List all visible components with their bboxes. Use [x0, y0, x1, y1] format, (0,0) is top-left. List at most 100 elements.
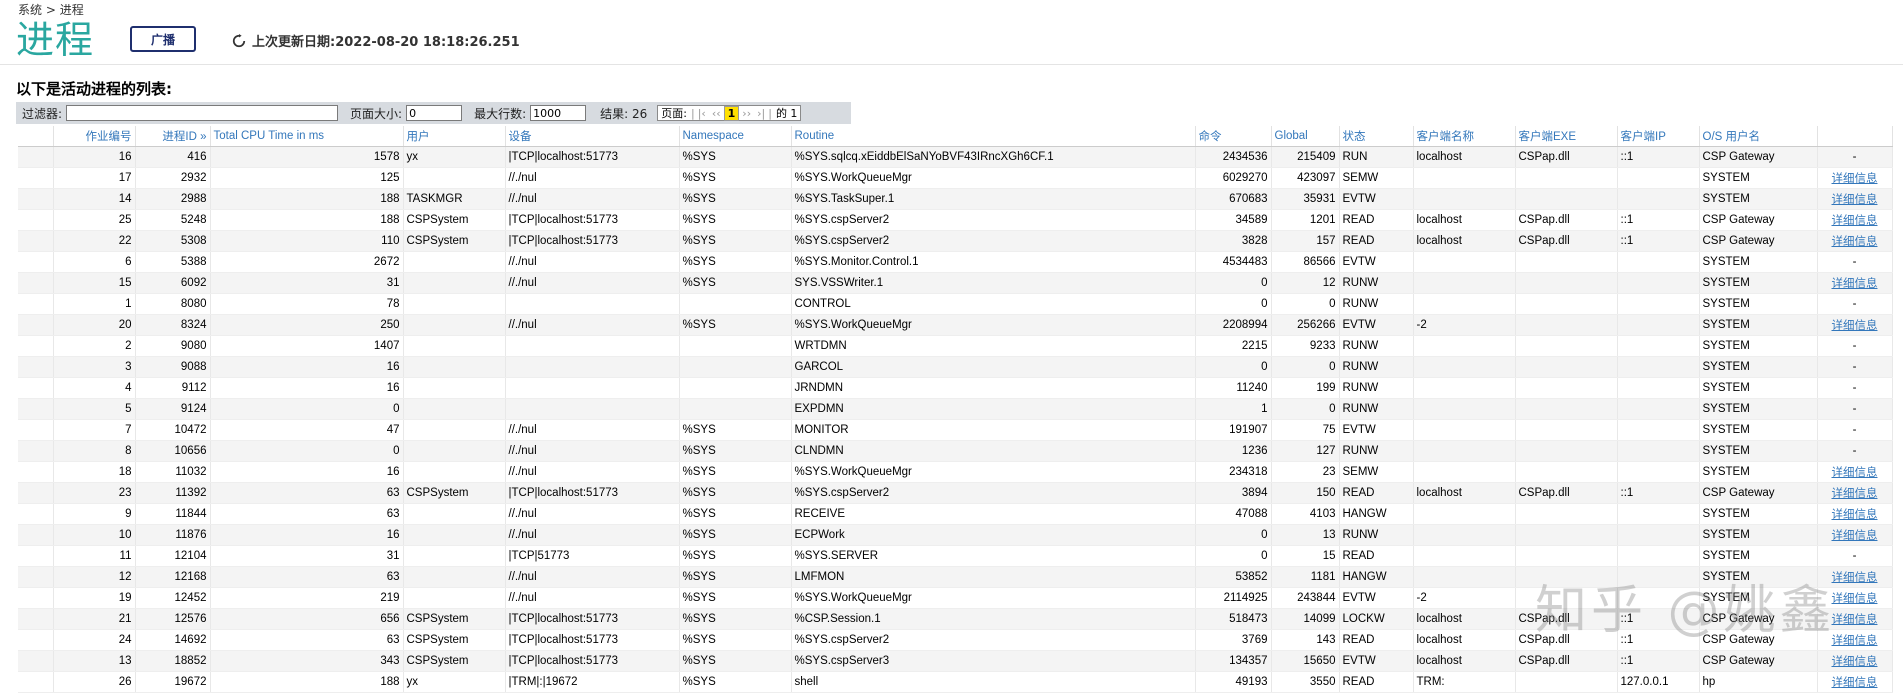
table-cell[interactable]: 详细信息: [1817, 587, 1893, 609]
table-cell[interactable]: 详细信息: [1817, 524, 1893, 546]
table-cell: %SYS: [679, 209, 792, 231]
table-row[interactable]: 16 416 1578 yx |TCP|localhost:51773 %SYS %SYS.…: [18, 146, 1893, 168]
details-link[interactable]: 详细信息: [1832, 572, 1878, 584]
column-header[interactable]: 用户: [403, 126, 506, 147]
table-cell: 0: [1271, 356, 1340, 378]
details-link[interactable]: 详细信息: [1832, 467, 1878, 479]
table-cell: %SYS: [679, 272, 792, 294]
table-row[interactable]: 24 14692 63 CSPSystem |TCP|localhost:51773 %S…: [18, 629, 1893, 651]
details-link[interactable]: 详细信息: [1832, 509, 1878, 521]
table-cell[interactable]: 详细信息: [1817, 608, 1893, 630]
table-row[interactable]: 5 9124 0 EXPDMN 1 0 RUNW SYSTEM -: [18, 398, 1893, 420]
table-cell[interactable]: 详细信息: [1817, 461, 1893, 483]
filter-input[interactable]: [66, 105, 339, 121]
table-cell[interactable]: 详细信息: [1817, 167, 1893, 189]
table-cell[interactable]: 详细信息: [1817, 314, 1893, 336]
table-row[interactable]: 11 12104 31 |TCP|51773 %SYS %SYS.SERVER 0 15 REA…: [18, 545, 1893, 567]
max-rows-input[interactable]: [530, 105, 587, 121]
table-cell[interactable]: 详细信息: [1817, 482, 1893, 504]
table-cell: localhost: [1413, 146, 1516, 168]
details-link[interactable]: 详细信息: [1832, 194, 1878, 206]
table-row[interactable]: 12 12168 63 //./nul %SYS LMFMON 53852 1181 HANGW…: [18, 566, 1893, 588]
column-header[interactable]: 客户端EXE: [1515, 126, 1618, 147]
header-divider: [0, 64, 1903, 65]
current-page[interactable]: 1: [723, 105, 740, 121]
column-header[interactable]: O/S 用户名: [1699, 126, 1818, 147]
refresh-icon[interactable]: [232, 33, 246, 48]
details-link[interactable]: 详细信息: [1832, 215, 1878, 227]
first-page-button[interactable]: |‹: [695, 107, 709, 120]
broadcast-button[interactable]: 广播: [130, 26, 196, 52]
table-cell: CSPap.dll: [1515, 209, 1618, 231]
details-link[interactable]: 详细信息: [1832, 278, 1878, 290]
table-row[interactable]: 8 10656 0 //./nul %SYS CLNDMN 1236 127 RUNW SYSTE…: [18, 440, 1893, 462]
table-row[interactable]: 1 8080 78 CONTROL 0 0 RUNW SYSTEM -: [18, 293, 1893, 315]
table-cell[interactable]: 详细信息: [1817, 209, 1893, 231]
pager: 页面: | |‹ ‹‹ 1 ›› ›| | 的 1: [657, 105, 802, 121]
table-cell[interactable]: 详细信息: [1817, 503, 1893, 525]
table-row[interactable]: 21 12576 656 CSPSystem |TCP|localhost:51773%…: [18, 608, 1893, 630]
table-row[interactable]: 18 11032 16 //./nul %SYS %SYS.WorkQueueMgr 234…: [18, 461, 1893, 483]
column-header[interactable]: Routine: [791, 126, 1196, 147]
table-cell: [1617, 356, 1700, 378]
breadcrumb-system-link[interactable]: 系统: [18, 3, 42, 17]
column-header[interactable]: Global: [1271, 126, 1340, 147]
table-row[interactable]: 17 2932 125 //./nul %SYS %SYS.WorkQueueMgr 602…: [18, 167, 1893, 189]
details-link[interactable]: 详细信息: [1832, 236, 1878, 248]
table-cell[interactable]: 详细信息: [1817, 566, 1893, 588]
last-page-button[interactable]: ›|: [754, 107, 768, 120]
table-row[interactable]: 10 11876 16 //./nul %SYS ECPWork 0 13 RUNW SYSTEM…: [18, 524, 1893, 546]
column-header[interactable]: 客户端IP: [1617, 126, 1700, 147]
details-link[interactable]: 详细信息: [1832, 173, 1878, 185]
table-cell: %SYS: [679, 251, 792, 273]
table-cell: |TCP|localhost:51773: [505, 209, 680, 231]
table-row[interactable]: 13 18852 343 CSPSystem |TCP|localhost:51773%…: [18, 650, 1893, 672]
table-row[interactable]: 6 5388 2672 //./nul %SYS %SYS.Monitor.Control…: [18, 251, 1893, 273]
table-row[interactable]: 14 2988 188 TASKMGR//./nul %SYS %SYS.TaskSupe…: [18, 188, 1893, 210]
row-spacer: [18, 356, 54, 378]
table-cell[interactable]: 详细信息: [1817, 671, 1893, 693]
page-size-input[interactable]: [406, 105, 463, 121]
details-link[interactable]: 详细信息: [1832, 677, 1878, 689]
table-cell[interactable]: 详细信息: [1817, 650, 1893, 672]
table-cell: [403, 335, 506, 357]
table-row[interactable]: 19 12452 219 //./nul %SYS %SYS.WorkQueueMgr 21…: [18, 587, 1893, 609]
table-row[interactable]: 20 8324 250 //./nul %SYS %SYS.WorkQueueMgr 220…: [18, 314, 1893, 336]
table-row[interactable]: 23 11392 63 CSPSystem |TCP|localhost:51773 %S…: [18, 482, 1893, 504]
table-cell: CSPap.dll: [1515, 146, 1618, 168]
table-row[interactable]: 7 10472 47 //./nul %SYS MONITOR 191907 75 EVTW SY…: [18, 419, 1893, 441]
table-row[interactable]: 25 5248 188 CSPSystem |TCP|localhost:51773 %S…: [18, 209, 1893, 231]
column-header[interactable]: 命令: [1195, 126, 1272, 147]
column-header[interactable]: 客户端名称: [1413, 126, 1516, 147]
table-cell[interactable]: 详细信息: [1817, 629, 1893, 651]
details-link[interactable]: 详细信息: [1832, 614, 1878, 626]
table-row[interactable]: 15 6092 31 //./nul %SYS SYS.VSSWriter.1 0 12 RUN…: [18, 272, 1893, 294]
table-row[interactable]: 2 9080 1407 WRTDMN 2215 9233 RUNW SYSTEM -: [18, 335, 1893, 357]
table-cell[interactable]: 详细信息: [1817, 272, 1893, 294]
table-cell: 12576: [135, 608, 211, 630]
details-link[interactable]: 详细信息: [1832, 656, 1878, 668]
table-cell[interactable]: 详细信息: [1817, 188, 1893, 210]
column-header[interactable]: Namespace: [679, 126, 792, 147]
table-row[interactable]: 3 9088 16 GARCOL 0 0 RUNW SYSTEM -: [18, 356, 1893, 378]
column-header[interactable]: 状态: [1339, 126, 1414, 147]
column-header[interactable]: Total CPU Time in ms: [210, 126, 404, 147]
column-header[interactable]: 设备: [505, 126, 680, 147]
row-spacer: [18, 209, 54, 231]
next-page-button[interactable]: ››: [739, 107, 754, 120]
table-cell: [505, 398, 680, 420]
table-cell: CSPap.dll: [1515, 230, 1618, 252]
details-link[interactable]: 详细信息: [1832, 530, 1878, 542]
column-header[interactable]: 作业编号: [53, 126, 136, 147]
table-cell[interactable]: 详细信息: [1817, 230, 1893, 252]
table-row[interactable]: 26 19672 188 yx |TRM|:|19672 %SYS shell 49193 35…: [18, 671, 1893, 693]
details-link[interactable]: 详细信息: [1832, 320, 1878, 332]
details-link[interactable]: 详细信息: [1832, 488, 1878, 500]
details-link[interactable]: 详细信息: [1832, 635, 1878, 647]
prev-page-button[interactable]: ‹‹: [709, 107, 724, 120]
table-row[interactable]: 22 5308 110 CSPSystem |TCP|localhost:51773 %S…: [18, 230, 1893, 252]
table-row[interactable]: 4 9112 16 JRNDMN 11240 199 RUNW SYSTEM -: [18, 377, 1893, 399]
table-row[interactable]: 9 11844 63 //./nul %SYS RECEIVE 47088 4103 HANGW…: [18, 503, 1893, 525]
details-link[interactable]: 详细信息: [1832, 593, 1878, 605]
column-header[interactable]: 进程ID »: [135, 126, 211, 147]
